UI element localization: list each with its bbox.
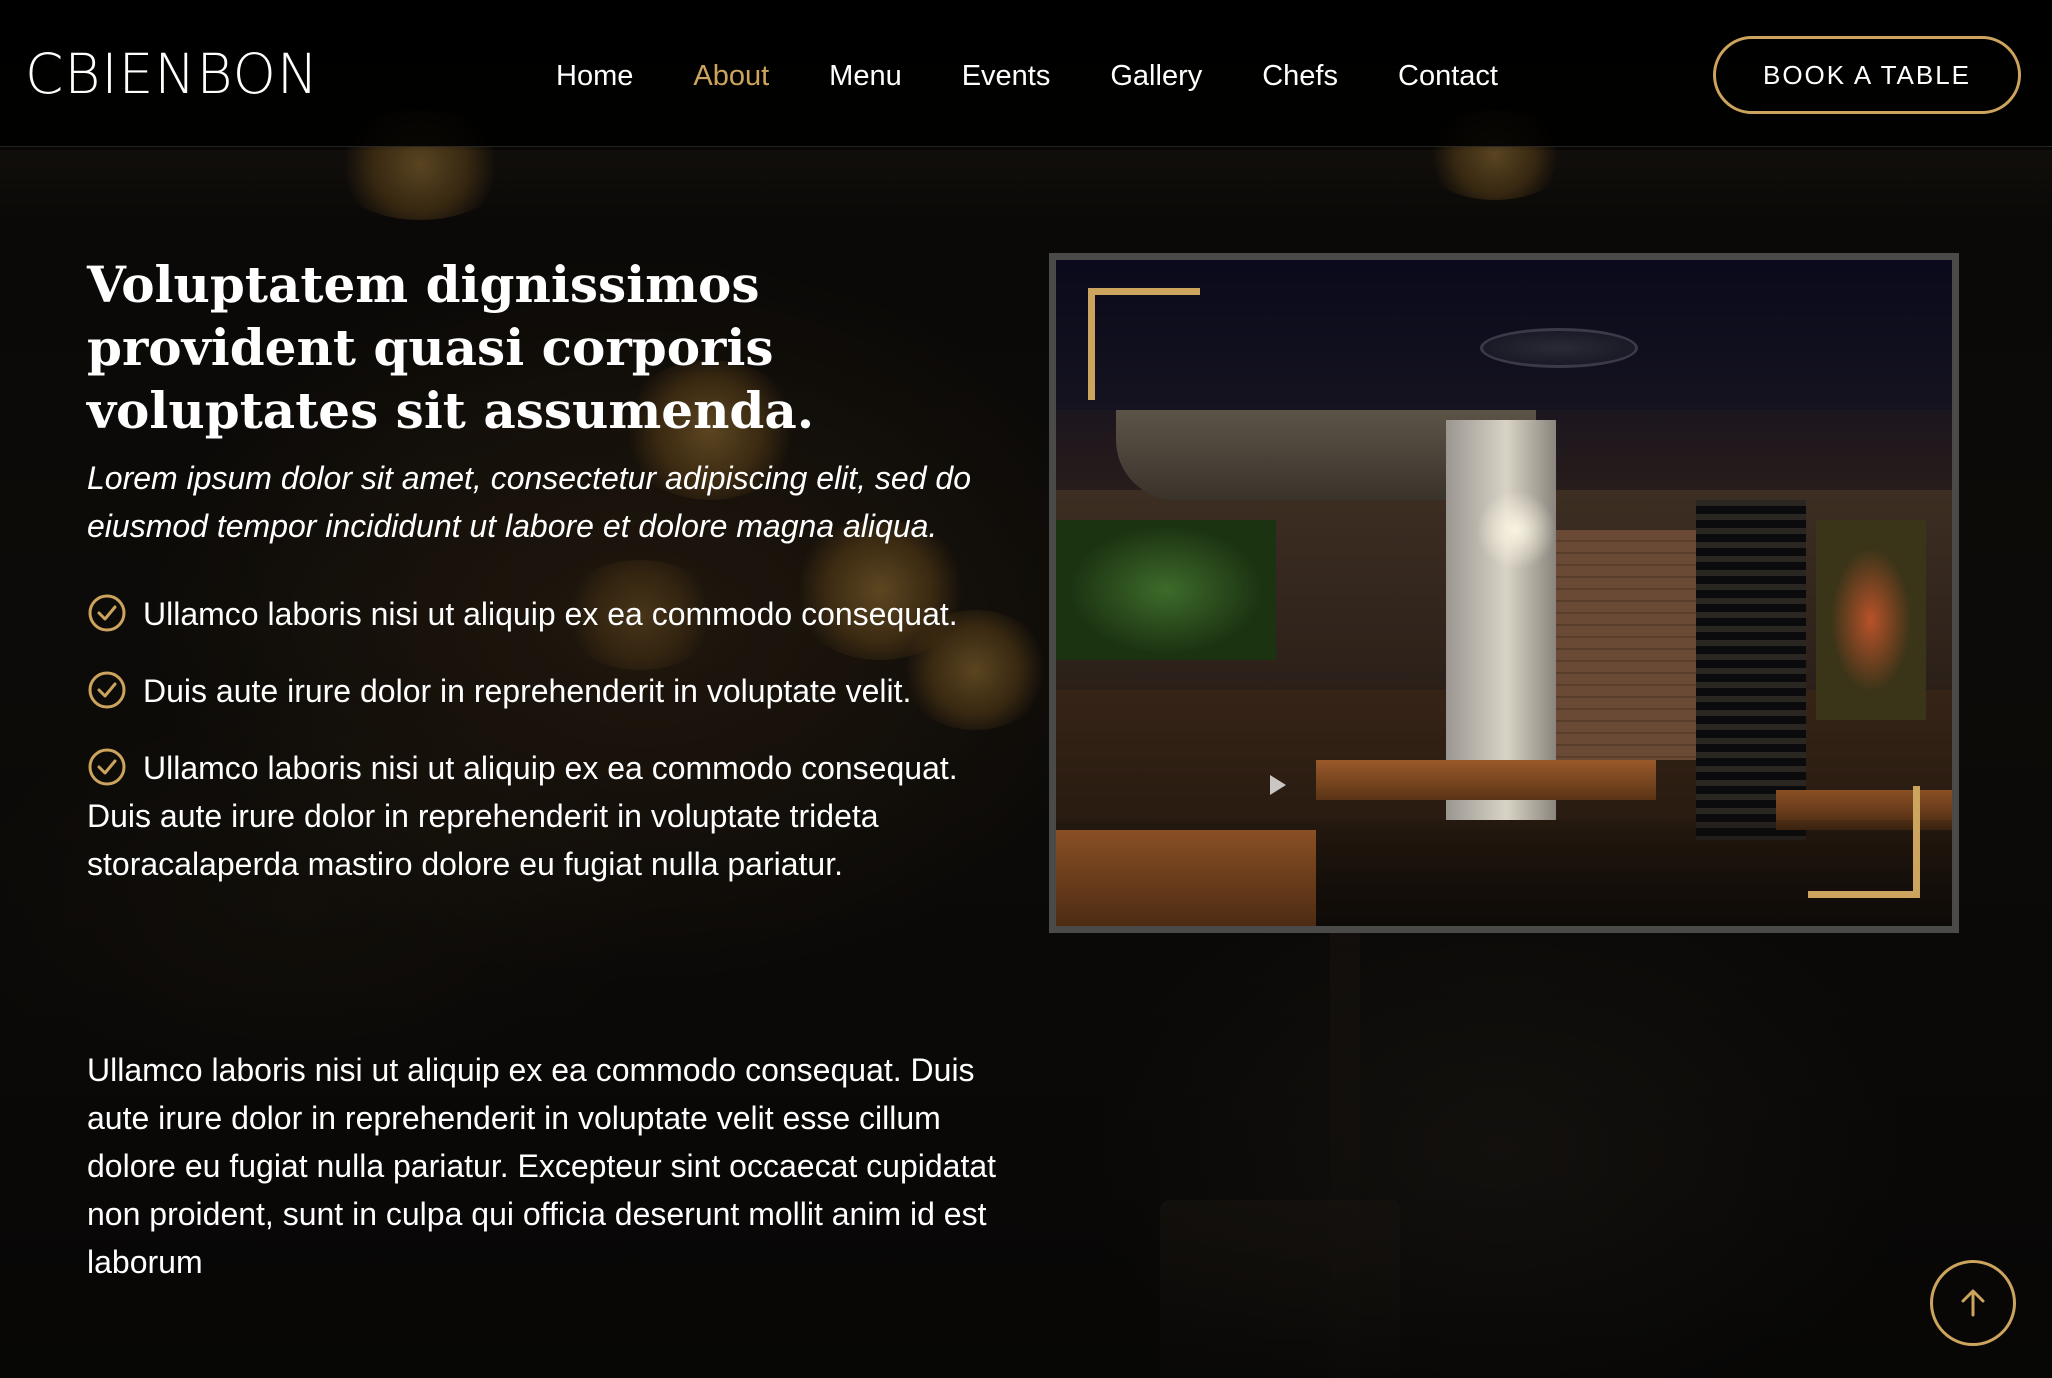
nav-link-contact[interactable]: Contact xyxy=(1398,54,1498,98)
check-list-text: Ullamco laboris nisi ut aliquip ex ea co… xyxy=(143,596,958,632)
nav-link-chefs[interactable]: Chefs xyxy=(1262,54,1338,98)
check-circle-icon xyxy=(88,594,126,632)
site-header: CBIENBON Home About Menu Events Gallery … xyxy=(0,0,2052,147)
nav-link-menu[interactable]: Menu xyxy=(829,54,902,98)
nav-item-events: Events xyxy=(962,54,1051,98)
check-circle-icon xyxy=(88,748,126,786)
check-list-item: Duis aute irure dolor in reprehenderit i… xyxy=(87,667,1012,715)
back-to-top-button[interactable] xyxy=(1930,1260,2016,1346)
photo-table xyxy=(1056,830,1316,926)
frame-corner-top-left xyxy=(1088,288,1200,400)
nav-item-about: About xyxy=(693,54,769,98)
nav-item-gallery: Gallery xyxy=(1110,54,1202,98)
check-list-text: Ullamco laboris nisi ut aliquip ex ea co… xyxy=(87,750,958,882)
photo-table xyxy=(1316,760,1656,800)
photo-flowers xyxy=(1816,520,1926,720)
frame-corner-bottom-right xyxy=(1808,786,1920,898)
about-headline: Voluptatem dignissimos provident quasi c… xyxy=(87,255,815,440)
main-nav: Home About Menu Events Gallery Chefs Con… xyxy=(556,54,1558,98)
check-list-text: Duis aute irure dolor in reprehenderit i… xyxy=(143,673,912,709)
about-paragraph: Ullamco laboris nisi ut aliquip ex ea co… xyxy=(87,1052,997,1280)
photo-plants xyxy=(1056,520,1276,660)
nav-item-chefs: Chefs xyxy=(1262,54,1338,98)
check-list-item: Ullamco laboris nisi ut aliquip ex ea co… xyxy=(87,590,1012,638)
book-a-table-button[interactable]: BOOK A TABLE xyxy=(1713,36,2021,114)
photo-slat-divider xyxy=(1696,500,1806,840)
site-logo[interactable]: CBIENBON xyxy=(25,40,319,108)
play-icon[interactable] xyxy=(1270,775,1286,795)
check-circle-icon xyxy=(88,671,126,709)
about-check-list: Ullamco laboris nisi ut aliquip ex ea co… xyxy=(87,590,1012,917)
check-list-item: Ullamco laboris nisi ut aliquip ex ea co… xyxy=(87,744,1012,888)
nav-link-home[interactable]: Home xyxy=(556,54,633,98)
photo-ceiling-vent xyxy=(1480,328,1638,368)
nav-link-about[interactable]: About xyxy=(693,54,769,98)
about-image-frame xyxy=(1049,253,1959,933)
nav-item-menu: Menu xyxy=(829,54,902,98)
about-lead: Lorem ipsum dolor sit amet, consectetur … xyxy=(87,460,971,544)
nav-item-home: Home xyxy=(556,54,633,98)
photo-light-glow xyxy=(1476,490,1556,570)
nav-link-events[interactable]: Events xyxy=(962,54,1051,98)
nav-item-contact: Contact xyxy=(1398,54,1498,98)
nav-link-gallery[interactable]: Gallery xyxy=(1110,54,1202,98)
arrow-up-icon xyxy=(1961,1289,1985,1317)
